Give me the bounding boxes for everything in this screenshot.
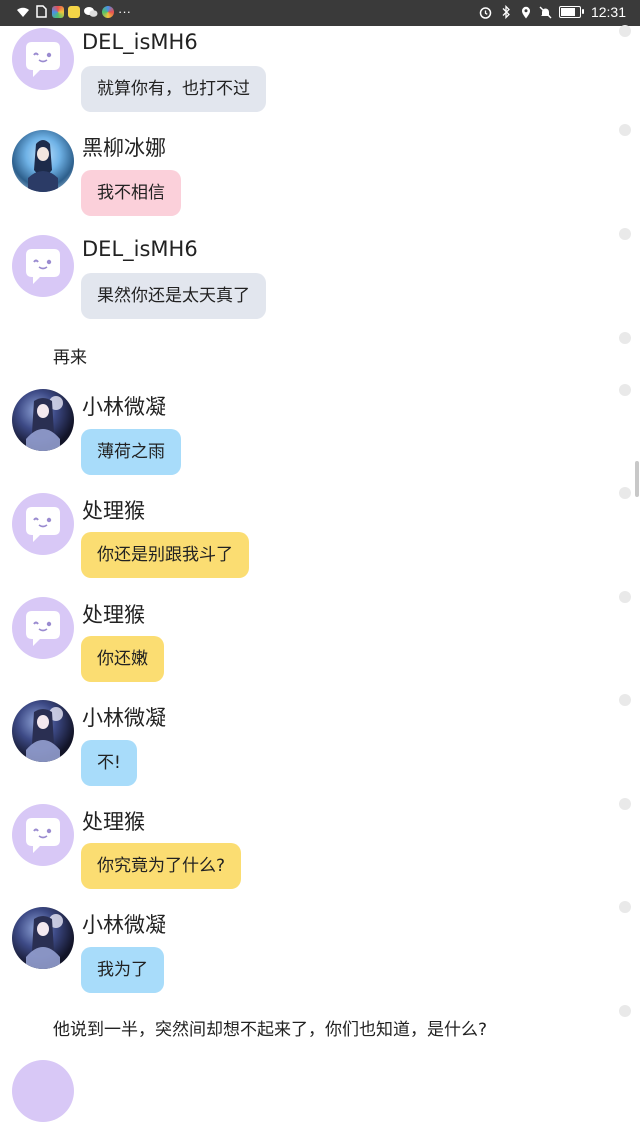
message-bubble[interactable]: 果然你还是太天真了 <box>81 273 266 319</box>
scroll-dot[interactable] <box>619 332 631 344</box>
wifi-icon <box>16 5 30 19</box>
message-bubble[interactable]: 我不相信 <box>81 170 181 216</box>
mute-icon <box>539 5 553 19</box>
bot-face-avatar[interactable] <box>12 493 74 555</box>
battery-fill <box>560 8 576 16</box>
status-bar: ··· 12:31 <box>0 0 640 26</box>
scroll-dot[interactable] <box>619 798 631 810</box>
scroll-dot[interactable] <box>619 487 631 499</box>
bot-face-avatar[interactable] <box>12 804 74 866</box>
chat-message[interactable]: 小林微凝 薄荷之雨 <box>0 389 600 485</box>
sender-name: 处理猴 <box>82 810 145 834</box>
bot-face-avatar[interactable] <box>12 597 74 659</box>
bot-face-avatar[interactable] <box>12 235 74 297</box>
app-icon-rainbow <box>102 5 114 18</box>
message-bubble[interactable]: 不! <box>81 740 137 786</box>
message-bubble[interactable]: 就算你有，也打不过 <box>81 66 266 112</box>
scroll-dot[interactable] <box>619 228 631 240</box>
sender-name: 处理猴 <box>82 499 145 523</box>
scrollbar-handle[interactable] <box>635 461 639 497</box>
message-bubble[interactable]: 你究竟为了什么? <box>81 843 242 889</box>
chat-message[interactable]: DEL_isMH6 果然你还是太天真了 <box>0 233 600 329</box>
sender-name: 小林微凝 <box>82 395 166 419</box>
bluetooth-icon <box>499 5 513 19</box>
app-icon-multicolor <box>52 5 64 18</box>
clock-time: 12:31 <box>590 4 626 20</box>
sender-name: DEL_isMH6 <box>82 237 198 261</box>
scroll-dot[interactable] <box>619 124 631 136</box>
chat-message[interactable]: 小林微凝 不! <box>0 700 600 796</box>
anime-girl-avatar[interactable] <box>12 130 74 192</box>
app-icon-yellow <box>68 5 80 18</box>
bot-face-avatar[interactable] <box>12 1060 74 1122</box>
message-bubble[interactable]: 薄荷之雨 <box>81 429 181 475</box>
bot-face-avatar[interactable] <box>12 28 74 90</box>
message-bubble[interactable]: 你还是别跟我斗了 <box>81 532 249 578</box>
sender-name: 黑柳冰娜 <box>82 136 166 160</box>
alarm-icon <box>479 5 493 19</box>
chat-message[interactable]: 小林微凝 我为了 <box>0 907 600 1003</box>
wechat-icon <box>84 5 98 19</box>
chat-message[interactable]: DEL_isMH6 就算你有，也打不过 <box>0 26 600 122</box>
scroll-dot[interactable] <box>619 901 631 913</box>
sim-icon <box>34 5 48 19</box>
chat-message[interactable]: 处理猴 你究竟为了什么? <box>0 804 600 900</box>
scroll-dot[interactable] <box>619 694 631 706</box>
anime-girl-avatar[interactable] <box>12 907 74 969</box>
scroll-dot[interactable] <box>619 384 631 396</box>
sender-name: DEL_isMH6 <box>82 30 198 54</box>
sender-name: 处理猴 <box>82 603 145 627</box>
overflow-indicator: ··· <box>118 4 131 19</box>
sender-name: 小林微凝 <box>82 706 166 730</box>
anime-girl-avatar[interactable] <box>12 700 74 762</box>
narration-text: 他说到一半，突然间却想不起来了，你们也知道，是什么? <box>53 1020 488 1040</box>
message-bubble[interactable]: 你还嫩 <box>81 636 164 682</box>
location-icon <box>519 5 533 19</box>
status-bar-left: ··· <box>16 4 131 19</box>
status-bar-right: 12:31 <box>479 4 626 20</box>
chat-message[interactable]: 黑柳冰娜 我不相信 <box>0 130 600 226</box>
sender-name: 小林微凝 <box>82 913 166 937</box>
scroll-dot[interactable] <box>619 25 631 37</box>
scroll-dot[interactable] <box>619 1005 631 1017</box>
chat-message[interactable]: 处理猴 你还是别跟我斗了 <box>0 493 600 589</box>
chat-message[interactable]: 处理猴 你还嫩 <box>0 597 600 693</box>
message-bubble[interactable]: 我为了 <box>81 947 164 993</box>
battery-icon <box>558 6 584 18</box>
anime-girl-avatar[interactable] <box>12 389 74 451</box>
scroll-dot[interactable] <box>619 591 631 603</box>
narration-text: 再来 <box>53 348 87 368</box>
